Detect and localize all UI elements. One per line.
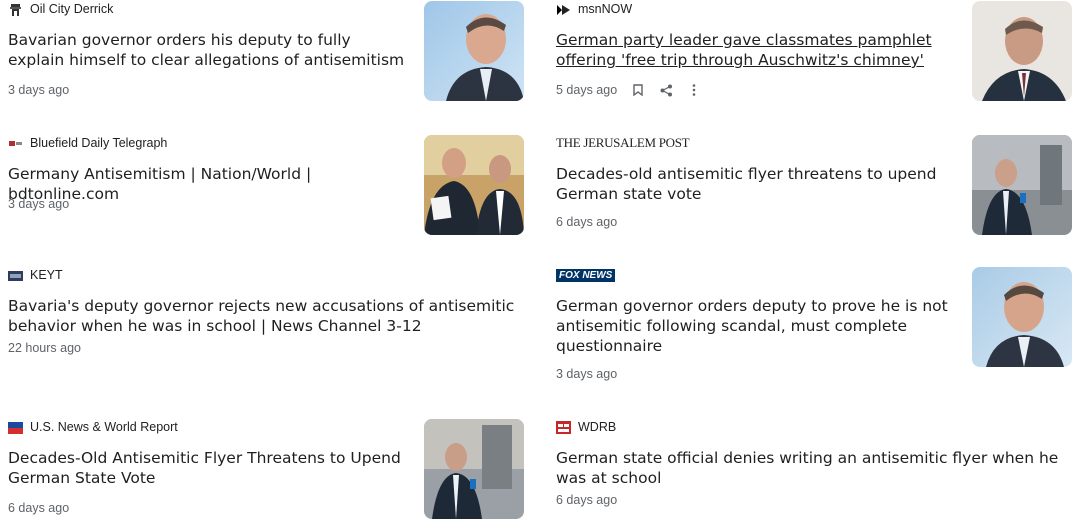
us-news-logo <box>8 421 23 434</box>
source-row: Bluefield Daily Telegraph <box>8 134 167 152</box>
source-name: THE JERUSALEM POST <box>556 135 690 150</box>
source-row: THE JERUSALEM POST <box>556 134 690 152</box>
timestamp: 6 days ago <box>556 215 618 229</box>
headline-link[interactable]: German state official denies writing an … <box>556 448 1076 488</box>
timestamp: 22 hours ago <box>8 341 81 355</box>
governor-portrait-image[interactable] <box>972 267 1072 367</box>
oil-city-derrick-logo <box>8 3 23 16</box>
bluefield-daily-telegraph-logo <box>8 137 23 150</box>
headline-link[interactable]: Bavaria's deputy governor rejects new ac… <box>8 296 528 336</box>
headline-link[interactable]: German governor orders deputy to prove h… <box>556 296 956 356</box>
timestamp: 3 days ago <box>556 367 618 381</box>
headline-link[interactable]: German party leader gave classmates pamp… <box>556 30 956 70</box>
bookmark-icon[interactable] <box>631 83 645 97</box>
timestamp: 3 days ago <box>8 83 70 97</box>
timestamp: 6 days ago <box>8 501 70 515</box>
headline-link[interactable]: Decades-Old Antisemitic Flyer Threatens … <box>8 448 408 488</box>
article-actions <box>631 83 701 97</box>
msnnow-logo <box>556 3 571 16</box>
headline-link[interactable]: Bavarian governor orders his deputy to f… <box>8 30 408 70</box>
source-row: WDRB <box>556 418 616 436</box>
governor-portrait-image[interactable] <box>424 1 524 101</box>
source-name: KEYT <box>30 268 63 282</box>
source-name: msnNOW <box>578 2 633 16</box>
source-row: msnNOW <box>556 0 632 18</box>
source-name: U.S. News & World Report <box>30 420 178 434</box>
fox-news-logo: FOX NEWS <box>556 268 616 282</box>
wdrb-logo <box>556 420 571 434</box>
keyt-logo <box>8 269 23 282</box>
share-icon[interactable] <box>659 83 673 97</box>
headline-link[interactable]: Decades-old antisemitic flyer threatens … <box>556 164 956 204</box>
source-row: FOX NEWS <box>556 266 616 284</box>
source-name: WDRB <box>578 420 617 434</box>
two-politicians-image[interactable] <box>424 135 524 235</box>
source-row: Oil City Derrick <box>8 0 113 18</box>
deputy-portrait-image[interactable] <box>972 1 1072 101</box>
more-vert-icon[interactable] <box>687 83 701 97</box>
deputy-press-image[interactable] <box>972 135 1072 235</box>
source-name: Bluefield Daily Telegraph <box>30 136 168 150</box>
source-name: Oil City Derrick <box>30 2 114 16</box>
timestamp: 3 days ago <box>8 197 70 211</box>
deputy-press-image[interactable] <box>424 419 524 519</box>
timestamp: 6 days ago <box>556 493 618 507</box>
source-row: KEYT <box>8 266 63 284</box>
timestamp: 5 days ago <box>556 83 618 97</box>
source-row: U.S. News & World Report <box>8 418 178 436</box>
